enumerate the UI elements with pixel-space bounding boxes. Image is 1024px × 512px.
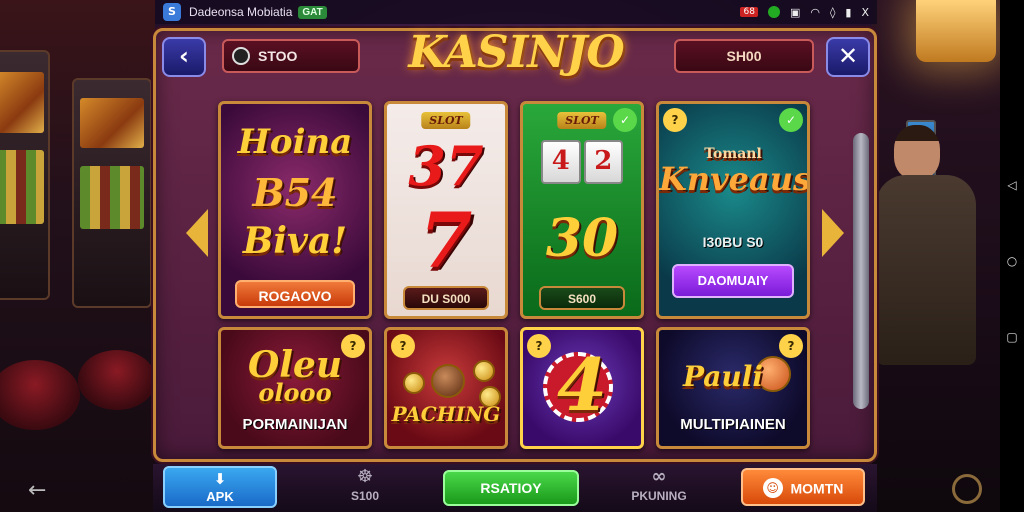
game-tile-multipiainen[interactable]: ? Pauli MULTIPIAINEN (656, 327, 810, 449)
background-slot-machine (72, 78, 152, 308)
tile-big-number: 37 (408, 134, 484, 198)
tile-title-line: B54 (252, 170, 338, 215)
whatsapp-icon (767, 6, 780, 18)
status-bar: S Dadeonsa Mobiatia GAT 68 ▣ ◠ ◊ ▮ X (155, 0, 877, 24)
nav-back-icon[interactable]: ◁ (1005, 178, 1019, 192)
notification-red-icon: 68 (740, 7, 758, 17)
tile-title-line: Biva! (242, 220, 348, 262)
mute-icon: ◊ (829, 5, 836, 19)
reel-symbol: 2 (583, 140, 623, 184)
slot-nav-icon: ☸ (356, 466, 374, 487)
nav-home-icon[interactable]: ○ (1005, 254, 1019, 268)
tile-title: Pauli (682, 360, 764, 393)
game-tile-paching[interactable]: ? PACHING (384, 327, 508, 449)
tile-label: MULTIPIAINEN (680, 416, 786, 433)
apk-button[interactable]: ⬇ APK (163, 466, 277, 508)
gift-badge-icon[interactable]: ✓ (613, 108, 637, 132)
game-tile-knveaus[interactable]: ? ✓ Tomanl Knveaus I30BU S0 DAOMUAIY (656, 101, 810, 319)
coin-decoration (473, 360, 495, 382)
slot-tag: SLOT (421, 112, 471, 129)
game-lobby-frame: ‹ STOO KASINJO SH00 ✕ Hoina B54 Biva! RO… (153, 27, 877, 462)
game-tile-hoina[interactable]: Hoina B54 Biva! ROGAOVO (218, 101, 372, 319)
top-bar: ‹ STOO KASINJO SH00 ✕ (156, 27, 874, 83)
star-badge-icon[interactable]: ? (391, 334, 415, 358)
ping-nav-label: PKUNING (631, 489, 687, 503)
tile-bet-pill[interactable]: DU S000 (403, 286, 489, 310)
game-tile-four[interactable]: ? 4 (520, 327, 644, 449)
background-slot-machine (0, 50, 50, 300)
slot-nav-button[interactable]: ☸ S100 (325, 466, 405, 508)
tile-title-line: olooo (258, 378, 332, 407)
ping-nav-button[interactable]: ∞ PKUNING (619, 466, 699, 508)
close-button[interactable]: ✕ (826, 37, 870, 77)
close-x-icon[interactable]: X (861, 6, 869, 19)
status-badge: GAT (298, 5, 327, 19)
back-button[interactable]: ‹ (162, 37, 206, 77)
momtn-label: MOMTN (790, 480, 844, 497)
tile-big-seven: 7 (419, 196, 473, 285)
apk-label: APK (206, 489, 234, 504)
background-stool (78, 350, 156, 410)
slot-tag: SLOT (557, 112, 607, 129)
background-lamp (916, 0, 996, 62)
coin-decoration (403, 372, 425, 394)
signal-icon: ▮ (845, 5, 852, 19)
app-icon: S (163, 3, 181, 21)
tile-play-button[interactable]: DAOMUAIY (672, 264, 794, 298)
status-app-name: Dadeonsa Mobiatia (189, 5, 293, 19)
ready-button[interactable]: RSATIOY (443, 470, 579, 506)
corner-back-arrow-icon[interactable]: ← (28, 478, 46, 503)
tile-big-number: 30 (545, 208, 619, 269)
tile-play-button[interactable]: ROGAOVO (235, 280, 355, 308)
game-tile-pormainijan[interactable]: ? Oleu olooo PORMAINIJAN (218, 327, 372, 449)
tile-big-number: 4 (556, 342, 608, 427)
slot-nav-label: S100 (350, 489, 380, 503)
nav-recents-icon[interactable]: ▢ (1005, 330, 1019, 344)
status-icons: 68 ▣ ◠ ◊ ▮ X (740, 6, 869, 19)
scrollbar[interactable] (853, 133, 869, 409)
infinity-icon: ∞ (651, 466, 667, 487)
reel-symbol: 4 (541, 140, 581, 184)
balance-pill-left-text: STOO (258, 48, 298, 64)
chip-icon (232, 47, 250, 65)
system-nav-strip: ◁ ○ ▢ (1000, 0, 1024, 512)
bottom-nav-bar: ⬇ APK ☸ S100 RSATIOY ∞ PKUNING ☺ MOMTN (153, 464, 877, 512)
star-badge-icon[interactable]: ? (663, 108, 687, 132)
tile-title: Knveaus (659, 160, 810, 198)
game-tile-slot-30[interactable]: SLOT 4 2 30 S600 ✓ (520, 101, 644, 319)
slot-reels: 4 2 (541, 140, 623, 184)
mascot-icon: ☺ (762, 478, 783, 499)
message-icon: ▣ (789, 5, 801, 19)
background-stool (0, 360, 80, 430)
balance-pill-right[interactable]: SH00 (674, 39, 814, 73)
casino-background-left (0, 0, 156, 512)
wifi-icon: ◠ (810, 5, 820, 19)
game-tile-slot-37[interactable]: SLOT 37 7 DU S000 (384, 101, 508, 319)
tile-bet-pill[interactable]: S600 (539, 286, 625, 310)
gift-badge-icon[interactable]: ✓ (779, 108, 803, 132)
tile-amount: I30BU S0 (702, 234, 764, 250)
tile-title-line: Hoina (237, 122, 353, 162)
coin-decoration (431, 364, 465, 398)
balance-pill-left[interactable]: STOO (222, 39, 360, 73)
download-icon: ⬇ (213, 470, 227, 488)
carousel-right-arrow-icon[interactable] (822, 209, 844, 257)
tile-label: PACHING (391, 402, 501, 426)
carousel-left-arrow-icon[interactable] (186, 209, 208, 257)
background-person (876, 120, 976, 370)
star-badge-icon[interactable]: ? (779, 334, 803, 358)
momtn-button[interactable]: ☺ MOMTN (741, 468, 865, 506)
tile-label: PORMAINIJAN (242, 416, 348, 433)
power-icon[interactable] (952, 474, 982, 504)
kasinjo-logo: KASINJO (408, 27, 624, 78)
